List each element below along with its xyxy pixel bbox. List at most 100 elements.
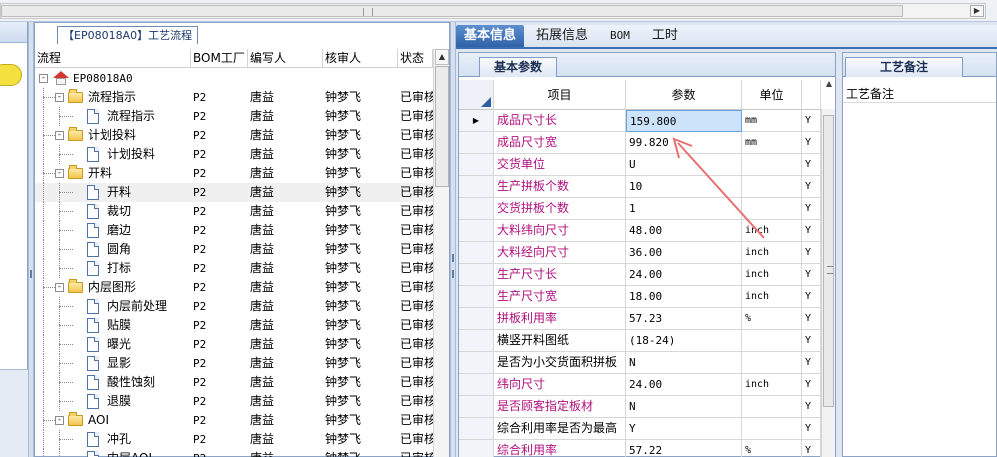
- param-value-cell[interactable]: U: [626, 154, 742, 176]
- param-flag-cell[interactable]: Y: [802, 220, 821, 242]
- tree-node[interactable]: 磨边: [35, 221, 191, 240]
- tab-main-2[interactable]: BOM: [602, 25, 638, 47]
- tree-column-1[interactable]: BOM工厂: [191, 49, 248, 68]
- param-row[interactable]: 生产尺寸长 24.00 inch Y: [459, 264, 821, 286]
- tree-row[interactable]: - EP08018A0: [35, 69, 433, 88]
- expander-minus-icon[interactable]: -: [39, 74, 48, 83]
- tree-row[interactable]: 曝光 P2 唐益 钟梦飞 已审核: [35, 335, 433, 354]
- param-row[interactable]: 生产拼板个数 10 Y: [459, 176, 821, 198]
- row-indicator[interactable]: [459, 154, 494, 176]
- param-row[interactable]: 生产尺寸宽 18.00 inch Y: [459, 286, 821, 308]
- tree-node[interactable]: 计划投料: [35, 145, 191, 164]
- tree-row[interactable]: - 内层图形 P2 唐益 钟梦飞 已审核: [35, 278, 433, 297]
- param-value-cell[interactable]: 57.23: [626, 308, 742, 330]
- param-value-cell[interactable]: N: [626, 396, 742, 418]
- param-row[interactable]: 成品尺寸宽 99.820 mm Y: [459, 132, 821, 154]
- param-unit-cell[interactable]: inch: [742, 264, 802, 286]
- tree-node[interactable]: 退膜: [35, 392, 191, 411]
- tree-node[interactable]: - 内层图形: [35, 278, 191, 297]
- param-unit-cell[interactable]: %: [742, 440, 802, 457]
- column-unit[interactable]: 单位: [742, 80, 802, 110]
- tree-node[interactable]: 内层AOI: [35, 449, 191, 457]
- param-value-cell[interactable]: (18-24): [626, 330, 742, 352]
- params-vertical-scrollbar[interactable]: ▲: [821, 79, 835, 457]
- param-row[interactable]: 是否为小交货面积拼板 N Y: [459, 352, 821, 374]
- param-unit-cell[interactable]: inch: [742, 286, 802, 308]
- horizontal-scrollbar[interactable]: ▶: [0, 3, 986, 19]
- tree-node[interactable]: 流程指示: [35, 107, 191, 126]
- param-value-cell[interactable]: 48.00: [626, 220, 742, 242]
- row-indicator[interactable]: [459, 308, 494, 330]
- row-indicator[interactable]: [459, 330, 494, 352]
- tab-main-1[interactable]: 拓展信息: [528, 25, 596, 47]
- param-unit-cell[interactable]: [742, 154, 802, 176]
- param-value-cell[interactable]: 159.800: [626, 110, 742, 132]
- param-flag-cell[interactable]: Y: [802, 154, 821, 176]
- param-row[interactable]: 大料纬向尺寸 48.00 inch Y: [459, 220, 821, 242]
- param-unit-cell[interactable]: mm: [742, 132, 802, 154]
- param-unit-cell[interactable]: [742, 352, 802, 374]
- param-value-cell[interactable]: 10: [626, 176, 742, 198]
- param-flag-cell[interactable]: Y: [802, 176, 821, 198]
- param-flag-cell[interactable]: Y: [802, 286, 821, 308]
- param-flag-cell[interactable]: Y: [802, 308, 821, 330]
- param-flag-cell[interactable]: Y: [802, 264, 821, 286]
- param-flag-cell[interactable]: Y: [802, 132, 821, 154]
- row-indicator[interactable]: [459, 374, 494, 396]
- tree-row[interactable]: 流程指示 P2 唐益 钟梦飞 已审核: [35, 107, 433, 126]
- tab-main-0[interactable]: 基本信息: [456, 25, 525, 47]
- scroll-up-button[interactable]: ▲: [435, 49, 449, 65]
- tree-row[interactable]: 裁切 P2 唐益 钟梦飞 已审核: [35, 202, 433, 221]
- param-unit-cell[interactable]: mm: [742, 110, 802, 132]
- tree-row[interactable]: 计划投料 P2 唐益 钟梦飞 已审核: [35, 145, 433, 164]
- tree-row[interactable]: - AOI P2 唐益 钟梦飞 已审核: [35, 411, 433, 430]
- param-unit-cell[interactable]: %: [742, 308, 802, 330]
- tree-row[interactable]: - 开料 P2 唐益 钟梦飞 已审核: [35, 164, 433, 183]
- tab-process-notes[interactable]: 工艺备注: [845, 57, 964, 77]
- expander-minus-icon[interactable]: -: [55, 131, 64, 140]
- tree-column-4[interactable]: 状态: [398, 49, 433, 68]
- row-indicator[interactable]: [459, 440, 494, 457]
- tree-row[interactable]: 冲孔 P2 唐益 钟梦飞 已审核: [35, 430, 433, 449]
- param-unit-cell[interactable]: [742, 330, 802, 352]
- param-unit-cell[interactable]: [742, 198, 802, 220]
- column-item[interactable]: 项目: [494, 80, 626, 110]
- param-flag-cell[interactable]: Y: [802, 352, 821, 374]
- param-row[interactable]: 拼板利用率 57.23% Y: [459, 308, 821, 330]
- scrollbar-thumb[interactable]: [1, 5, 903, 17]
- row-indicator[interactable]: [459, 396, 494, 418]
- param-unit-cell[interactable]: [742, 396, 802, 418]
- row-indicator[interactable]: [459, 286, 494, 308]
- tree-node[interactable]: - 计划投料: [35, 126, 191, 145]
- param-value-cell[interactable]: 57.22: [626, 440, 742, 457]
- row-indicator[interactable]: [459, 352, 494, 374]
- param-row[interactable]: 是否顾客指定板材 N Y: [459, 396, 821, 418]
- tree-node[interactable]: 打标: [35, 259, 191, 278]
- tree-column-0[interactable]: 流程: [35, 49, 191, 68]
- param-value-cell[interactable]: 1: [626, 198, 742, 220]
- param-flag-cell[interactable]: Y: [802, 330, 821, 352]
- tab-main-3[interactable]: 工时: [644, 25, 686, 47]
- param-row[interactable]: 综合利用率是否为最高 Y Y: [459, 418, 821, 440]
- tree-scrollbar-thumb[interactable]: [435, 66, 449, 187]
- row-indicator[interactable]: [459, 220, 494, 242]
- process-tree-tab[interactable]: 【EP08018A0】工艺流程: [57, 26, 199, 44]
- tree-row[interactable]: 圆角 P2 唐益 钟梦飞 已审核: [35, 240, 433, 259]
- param-value-cell[interactable]: Y: [626, 418, 742, 440]
- tree-row[interactable]: 酸性蚀刻 P2 唐益 钟梦飞 已审核: [35, 373, 433, 392]
- tree-node[interactable]: 显影: [35, 354, 191, 373]
- tab-basic-params[interactable]: 基本参数: [479, 57, 558, 77]
- row-indicator[interactable]: [459, 264, 494, 286]
- param-flag-cell[interactable]: Y: [802, 418, 821, 440]
- param-unit-cell[interactable]: inch: [742, 220, 802, 242]
- tree-node[interactable]: 曝光: [35, 335, 191, 354]
- expander-minus-icon[interactable]: -: [55, 169, 64, 178]
- tree-vertical-scrollbar[interactable]: ▲: [433, 49, 449, 457]
- param-flag-cell[interactable]: Y: [802, 440, 821, 457]
- params-grid[interactable]: 项目 参数 单位 ▶ 成品尺寸长 159.800 mm Y 成品尺寸宽 99.820 mm Y 交货单位…: [459, 80, 821, 457]
- row-indicator[interactable]: [459, 418, 494, 440]
- tree-node[interactable]: 开料: [35, 183, 191, 202]
- tree-row[interactable]: 退膜 P2 唐益 钟梦飞 已审核: [35, 392, 433, 411]
- param-flag-cell[interactable]: Y: [802, 374, 821, 396]
- tree-row[interactable]: 内层前处理 P2 唐益 钟梦飞 已审核: [35, 297, 433, 316]
